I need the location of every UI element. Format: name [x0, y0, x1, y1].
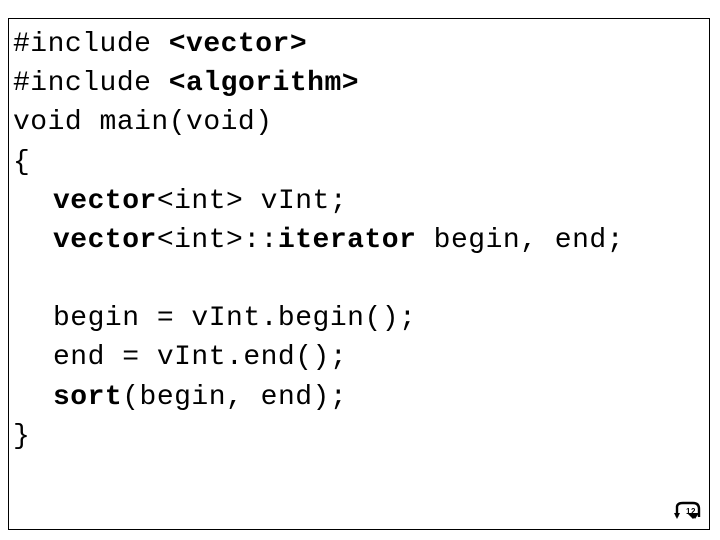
- code-line-2: #include <algorithm>: [13, 64, 705, 103]
- code-frame: #include <vector> #include <algorithm> v…: [8, 18, 710, 530]
- iterator-keyword: iterator: [278, 225, 416, 256]
- code-line-1: #include <vector>: [13, 25, 705, 64]
- sort-fn: sort: [53, 382, 122, 413]
- code-line-6: vector<int>::iterator begin, end;: [13, 221, 705, 260]
- return-nav-button[interactable]: 12: [673, 499, 703, 523]
- code-line-7: begin = vInt.begin();: [13, 299, 705, 338]
- header-algorithm: <algorithm>: [169, 68, 359, 99]
- template-int: <int>::: [157, 225, 278, 256]
- code-line-8: end = vInt.end();: [13, 338, 705, 377]
- include-keyword: #include: [13, 29, 169, 60]
- u-turn-arrow-icon: 12: [673, 501, 703, 525]
- decl-vint: <int> vInt;: [157, 186, 347, 217]
- code-line-5: vector<int> vInt;: [13, 182, 705, 221]
- page-number: 12: [686, 507, 696, 516]
- vector-type: vector: [53, 186, 157, 217]
- header-vector: <vector>: [169, 29, 307, 60]
- code-line-9: sort(begin, end);: [13, 378, 705, 417]
- code-line-4: {: [13, 143, 705, 182]
- code-line-10: }: [13, 417, 705, 456]
- decl-begin-end: begin, end;: [416, 225, 624, 256]
- include-keyword: #include: [13, 68, 169, 99]
- sort-args: (begin, end);: [122, 382, 347, 413]
- blank-line: [13, 260, 705, 299]
- code-line-3: void main(void): [13, 103, 705, 142]
- vector-type: vector: [53, 225, 157, 256]
